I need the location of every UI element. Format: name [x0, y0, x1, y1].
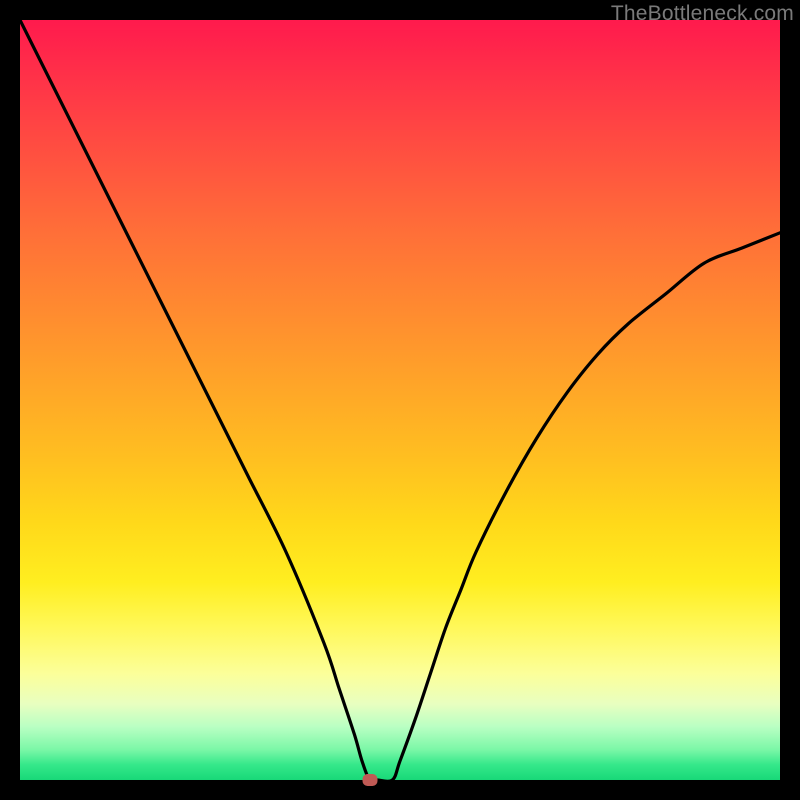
bottleneck-curve: [20, 20, 780, 780]
plot-area: [20, 20, 780, 780]
chart-frame: TheBottleneck.com: [0, 0, 800, 800]
curve-svg: [20, 20, 780, 780]
optimal-point-marker: [362, 774, 377, 786]
